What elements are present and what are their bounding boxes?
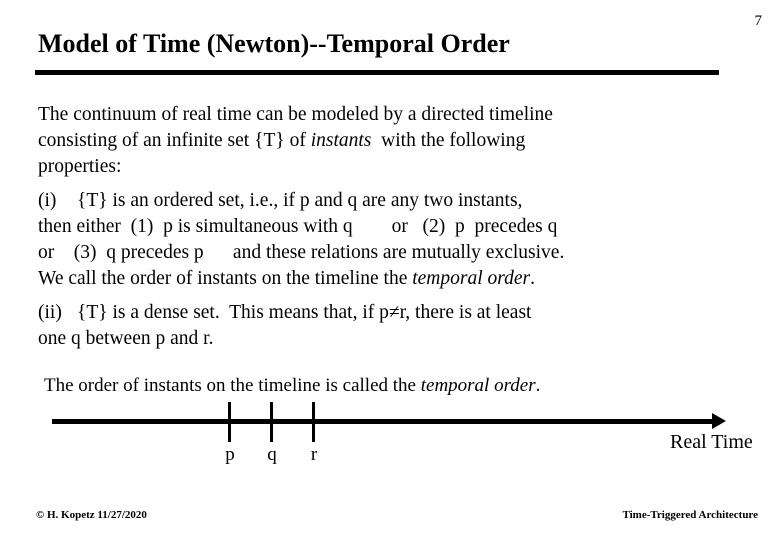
timeline-caption-prefix: The order of instants on the timeline is… xyxy=(44,375,421,396)
emphasis-temporal-order-body: temporal order xyxy=(412,268,531,289)
emphasis-temporal-order-caption: temporal order xyxy=(420,375,536,396)
paragraph-continuum-line-1: The continuum of real time can be modele… xyxy=(38,104,553,125)
timeline-label-r: r xyxy=(310,444,318,465)
list-item-i-line-1: (i) {T} is an ordered set, i.e., if p an… xyxy=(38,190,523,211)
page-title: Model of Time (Newton)--Temporal Order xyxy=(38,29,510,58)
list-item-ii-line-2: one q between p and r. xyxy=(38,328,214,349)
emphasis-instants: instants xyxy=(310,130,372,151)
page-number: 7 xyxy=(754,13,763,29)
paragraph-continuum-line-2-prefix: consisting of an infinite set {T} of xyxy=(38,130,311,151)
list-item-i-line-3: or (3) q precedes p and these relations … xyxy=(38,242,565,263)
timeline-axis-line xyxy=(52,419,718,424)
footer-copyright: © H. Kopetz 11/27/2020 xyxy=(36,509,147,521)
timeline-tick-q xyxy=(270,402,273,442)
list-item-ii-line-1: (ii) {T} is a dense set. This means that… xyxy=(38,302,532,323)
paragraph-continuum-line-2-suffix: with the following xyxy=(371,130,526,151)
list-item-i-line-2: then either (1) p is simultaneous with q… xyxy=(38,216,558,237)
title-underline-rule xyxy=(35,70,719,75)
timeline-tick-r xyxy=(312,402,315,442)
timeline-caption: The order of instants on the timeline is… xyxy=(44,374,540,398)
timeline-label-p: p xyxy=(225,444,235,465)
timeline-caption-suffix: . xyxy=(535,375,541,396)
footer-course-title: Time-Triggered Architecture xyxy=(622,509,758,521)
list-item-ii: (ii) {T} is a dense set. This means that… xyxy=(38,300,738,352)
list-item-i-line-4-prefix: We call the order of instants on the tim… xyxy=(38,268,413,289)
slide-canvas: { "slide": { "page_number": "7", "title"… xyxy=(0,0,780,540)
timeline-arrow-icon xyxy=(712,413,726,429)
timeline-diagram: p q r Real Time xyxy=(0,396,780,466)
timeline-tick-p xyxy=(228,402,231,442)
paragraph-continuum: The continuum of real time can be modele… xyxy=(38,102,738,180)
timeline-axis-label: Real Time xyxy=(670,431,753,453)
timeline-label-q: q xyxy=(267,444,277,465)
slide-body: The continuum of real time can be modele… xyxy=(38,102,738,352)
list-item-i-line-4-suffix: . xyxy=(530,268,536,289)
paragraph-continuum-line-3: properties: xyxy=(38,156,122,177)
list-item-i: (i) {T} is an ordered set, i.e., if p an… xyxy=(38,188,738,292)
